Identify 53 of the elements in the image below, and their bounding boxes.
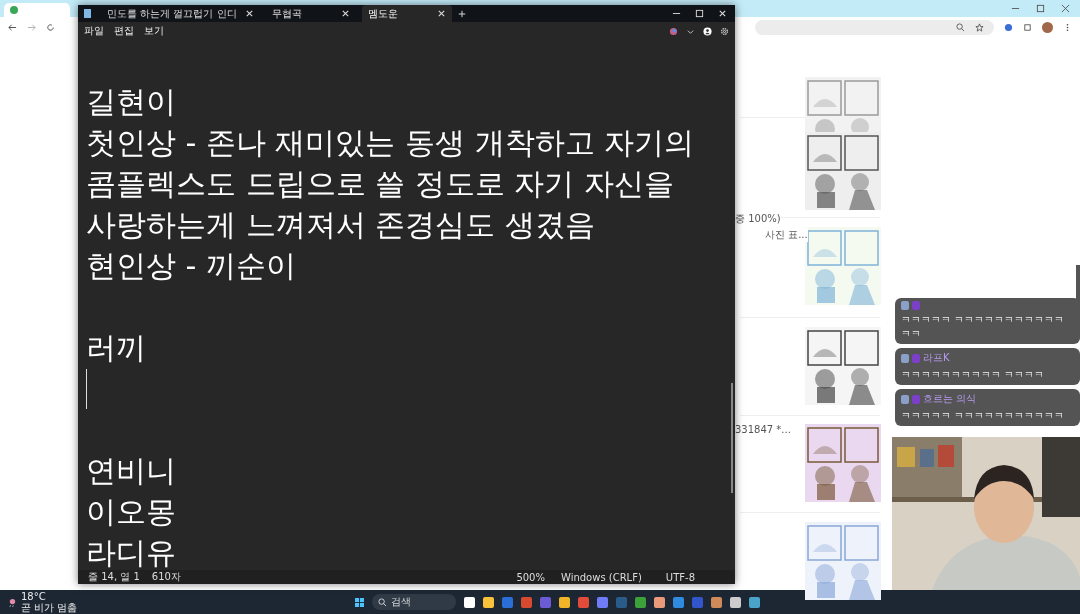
extension-icon[interactable] <box>1004 22 1013 32</box>
app-icon[interactable] <box>464 596 476 608</box>
weather-text: 곧 비가 멈춤 <box>21 602 78 613</box>
search-field[interactable]: 검색 <box>372 594 457 610</box>
text-line: 현인상 - 끼순이 <box>86 247 297 285</box>
favicon-icon <box>10 6 18 14</box>
back-icon[interactable] <box>8 22 17 32</box>
windows-icon[interactable] <box>355 597 365 607</box>
text-line: 길현이 <box>86 83 177 121</box>
zoom-icon[interactable] <box>956 22 965 32</box>
notepad-tab[interactable]: 무협곡 <box>265 5 356 22</box>
app-icon[interactable] <box>483 596 495 608</box>
cursor-position: 줄 14, 열 1 <box>88 570 140 584</box>
zoom-level[interactable]: 500% <box>516 571 545 583</box>
text-line: 첫인상 - 존나 재미있는 동생 개착하고 자기의 <box>86 124 696 162</box>
text-line: 콤플렉스도 드립으로 쓸 정도로 자기 자신을 <box>86 165 675 203</box>
account-icon[interactable] <box>703 26 712 36</box>
app-icon[interactable] <box>730 596 742 608</box>
line-ending[interactable]: Windows (CRLF) <box>560 571 642 583</box>
temperature: 18°C <box>21 591 47 602</box>
character-count: 610자 <box>151 570 181 584</box>
chat-text: ㅋㅋㅋㅋㅋㅋㅋㅋㅋㅋ ㅋㅋㅋㅋ <box>901 368 1045 382</box>
notepad-tab[interactable]: 멤도운 <box>361 5 452 22</box>
menu-item[interactable]: 편집 <box>114 24 134 38</box>
post-snippet[interactable]: 331847 *... <box>735 424 791 435</box>
chat-text: ㅋㅋㅋㅋㅋ ㅋㅋㅋㅋㅋㅋㅋㅋㅋㅋㅋ <box>901 409 1065 423</box>
settings-icon[interactable] <box>720 26 729 36</box>
weather-icon[interactable] <box>8 597 17 607</box>
app-icon[interactable] <box>654 596 666 608</box>
maximize-icon[interactable] <box>1036 4 1045 13</box>
text-line: 라디유 <box>86 534 177 570</box>
chat-nickname: 흐르는 의식 <box>923 392 977 406</box>
post-snippet[interactable]: 중 100%) <box>735 212 781 226</box>
chat-text: ㅋㅋㅋㅋㅋ ㅋㅋㅋㅋㅋㅋㅋㅋㅋㅋㅋㅋㅋ <box>901 313 1066 341</box>
star-icon[interactable] <box>975 22 984 32</box>
menu-item[interactable]: 파일 <box>84 24 104 38</box>
notepad-tab[interactable]: 민도를 하는게 껄끄럽기 인디 <box>101 5 260 22</box>
encoding[interactable]: UTF-8 <box>665 571 695 583</box>
text-line: 사랑하는게 느껴져서 존경심도 생겼음 <box>86 206 596 244</box>
profile-avatar[interactable] <box>1042 21 1053 33</box>
chat-nickname: 라프K <box>923 351 950 365</box>
reload-icon[interactable] <box>46 22 55 32</box>
app-icon[interactable] <box>559 596 571 608</box>
search-icon <box>378 597 388 607</box>
text-line: 연비니 <box>86 452 177 490</box>
post-snippet[interactable]: 사진 표... <box>765 228 808 242</box>
notepad-icon <box>84 9 91 18</box>
text-line: 이오몽 <box>86 493 177 531</box>
menu-item[interactable]: 보기 <box>144 24 164 38</box>
text-line: 러끼 <box>86 329 147 367</box>
text-area[interactable]: 길현이 첫인상 - 존나 재미있는 동생 개착하고 자기의 콤플렉스도 드립으로 쓸 정도로 자기 자신을 사랑하는게 느껴져서 존경심도 생겼음 현인상 - 끼순이 러끼 연비니 이오몽 라디유 <box>78 40 735 570</box>
browser-tab[interactable] <box>4 3 70 17</box>
plus-icon[interactable] <box>457 9 466 18</box>
